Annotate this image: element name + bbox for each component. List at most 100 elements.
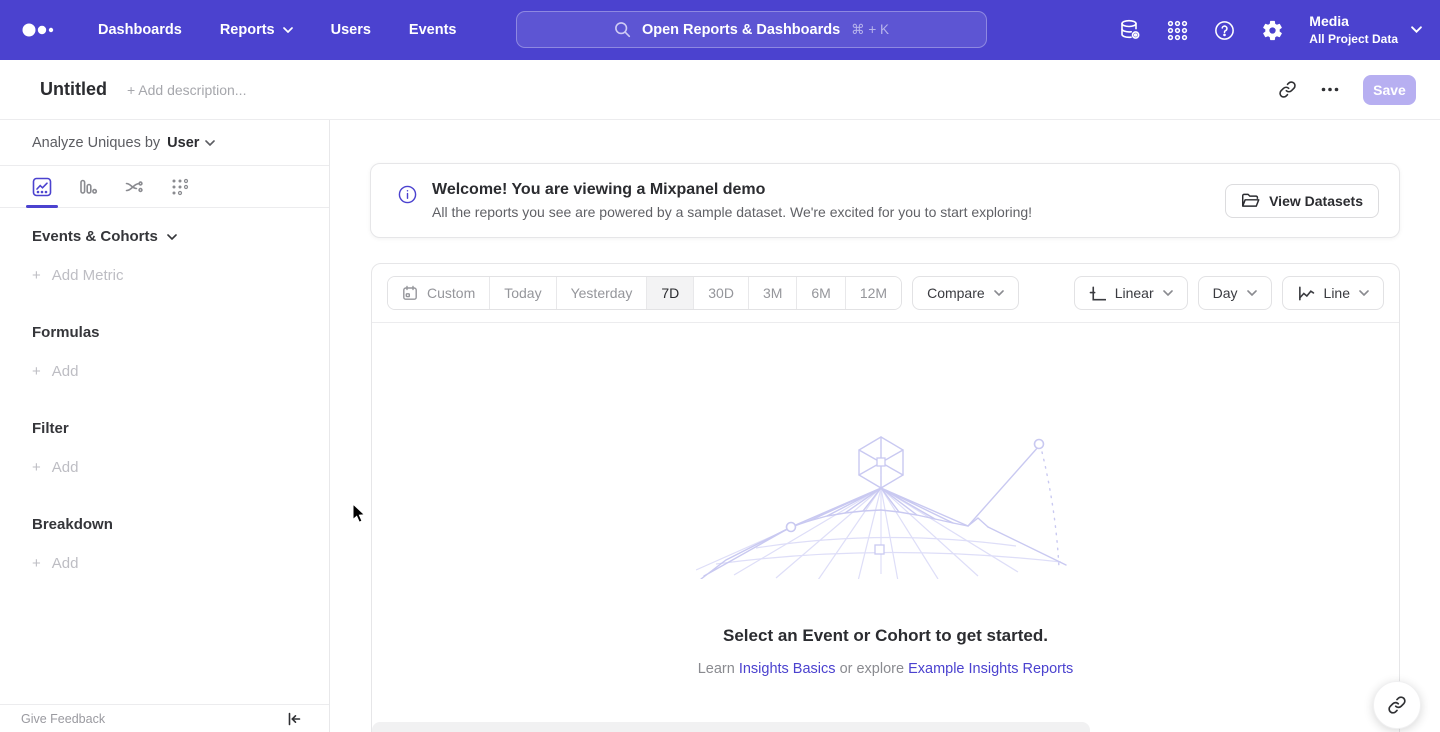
project-switcher[interactable]: Media All Project Data xyxy=(1309,12,1422,47)
range-12m[interactable]: 12M xyxy=(845,277,901,309)
chart-type-selector-button[interactable]: Line xyxy=(1282,276,1384,310)
example-reports-link[interactable]: Example Insights Reports xyxy=(908,661,1073,677)
project-data-view: All Project Data xyxy=(1309,31,1398,47)
range-3m[interactable]: 3M xyxy=(748,277,796,309)
share-link-floating-button[interactable] xyxy=(1373,681,1421,729)
add-formula-button[interactable]: + Add xyxy=(32,363,329,380)
section-title: Formulas xyxy=(32,324,100,341)
chevron-down-icon xyxy=(1247,290,1257,296)
folder-open-icon xyxy=(1241,192,1260,209)
range-label: 3M xyxy=(763,285,782,301)
insights-line-tab[interactable] xyxy=(32,166,52,207)
range-yesterday[interactable]: Yesterday xyxy=(556,277,647,309)
links-connector: or explore xyxy=(840,661,904,677)
range-label: 12M xyxy=(860,285,887,301)
nav-item-label: Events xyxy=(409,22,457,38)
add-filter-button[interactable]: + Add xyxy=(32,459,329,476)
chevron-down-icon xyxy=(1163,290,1173,296)
retention-grid-tab[interactable] xyxy=(170,166,190,207)
global-search-bar[interactable]: Open Reports & Dashboards ⌘ + K xyxy=(516,11,987,48)
info-icon xyxy=(398,185,417,209)
demo-welcome-banner: Welcome! You are viewing a Mixpanel demo… xyxy=(370,163,1400,238)
plus-icon: + xyxy=(32,363,41,380)
range-custom[interactable]: Custom xyxy=(388,277,489,309)
nav-item-label: Users xyxy=(331,22,371,38)
section-filter: Filter xyxy=(32,420,329,437)
interval-label: Day xyxy=(1213,285,1238,301)
scale-selector-button[interactable]: Linear xyxy=(1074,276,1188,310)
range-7d[interactable]: 7D xyxy=(646,277,693,309)
mixpanel-logo-icon[interactable] xyxy=(22,22,58,38)
chart-type-label: Line xyxy=(1324,285,1350,301)
range-label: 6M xyxy=(811,285,830,301)
flow-tab[interactable] xyxy=(124,166,144,207)
save-button[interactable]: Save xyxy=(1363,75,1416,105)
section-formulas: Formulas xyxy=(32,324,329,341)
add-metric-button[interactable]: + Add Metric xyxy=(32,267,329,284)
data-settings-icon[interactable] xyxy=(1118,18,1142,42)
report-title[interactable]: Untitled xyxy=(40,79,107,100)
add-label: Add Metric xyxy=(52,267,124,284)
nav-item-events[interactable]: Events xyxy=(409,22,457,38)
empty-state-title: Select an Event or Cohort to get started… xyxy=(372,626,1399,646)
nav-right-controls: Media All Project Data xyxy=(1118,0,1422,60)
line-chart-icon xyxy=(1297,285,1315,302)
banner-subtitle: All the reports you see are powered by a… xyxy=(432,204,1032,220)
add-breakdown-button[interactable]: + Add xyxy=(32,555,329,572)
view-datasets-label: View Datasets xyxy=(1269,193,1363,209)
nav-links: Dashboards Reports Users Events xyxy=(98,22,456,38)
bar-chart-tab[interactable] xyxy=(78,166,98,207)
empty-state-illustration xyxy=(696,424,1076,579)
view-datasets-button[interactable]: View Datasets xyxy=(1225,184,1379,218)
nav-item-users[interactable]: Users xyxy=(331,22,371,38)
copy-link-icon[interactable] xyxy=(1278,80,1297,99)
range-30d[interactable]: 30D xyxy=(693,277,748,309)
section-title: Breakdown xyxy=(32,516,113,533)
sidebar-footer: Give Feedback xyxy=(0,704,329,732)
horizontal-scrollbar[interactable] xyxy=(372,722,1090,732)
analyze-by-selector[interactable]: User xyxy=(167,135,215,151)
chart-controls: Linear Day Line xyxy=(1074,276,1384,310)
chevron-down-icon xyxy=(1411,26,1422,33)
banner-title: Welcome! You are viewing a Mixpanel demo xyxy=(432,181,1032,199)
top-navigation-bar: Dashboards Reports Users Events Open Rep… xyxy=(0,0,1440,60)
visualization-tabs xyxy=(0,166,329,208)
settings-gear-icon[interactable] xyxy=(1261,19,1284,42)
range-label: Yesterday xyxy=(571,285,633,301)
nav-item-reports[interactable]: Reports xyxy=(220,22,293,38)
analyze-row: Analyze Uniques by User xyxy=(0,120,329,166)
date-range-segmented-control: Custom Today Yesterday 7D 30D 3M 6M 12M xyxy=(387,276,902,310)
main-content: Welcome! You are viewing a Mixpanel demo… xyxy=(330,120,1440,732)
apps-grid-icon[interactable] xyxy=(1167,20,1188,41)
chevron-down-icon xyxy=(283,27,293,33)
plus-icon: + xyxy=(32,459,41,476)
calendar-icon xyxy=(402,285,418,301)
range-label: 30D xyxy=(708,285,734,301)
plus-icon: + xyxy=(32,555,41,572)
more-options-icon[interactable] xyxy=(1321,87,1339,92)
give-feedback-link[interactable]: Give Feedback xyxy=(21,712,105,726)
insights-basics-link[interactable]: Insights Basics xyxy=(739,661,836,677)
range-label: Custom xyxy=(427,285,475,301)
range-today[interactable]: Today xyxy=(489,277,555,309)
section-breakdown: Breakdown xyxy=(32,516,329,533)
collapse-sidebar-icon[interactable] xyxy=(286,711,302,727)
report-header-actions: Save xyxy=(1278,75,1416,105)
section-title: Events & Cohorts xyxy=(32,228,158,245)
compare-button[interactable]: Compare xyxy=(912,276,1019,310)
chevron-down-icon xyxy=(167,234,177,240)
link-icon xyxy=(1387,695,1407,715)
report-description-placeholder[interactable]: + Add description... xyxy=(127,82,246,98)
chevron-down-icon xyxy=(994,290,1004,296)
empty-state: Select an Event or Cohort to get started… xyxy=(372,424,1399,677)
range-label: Today xyxy=(504,285,541,301)
project-name: Media xyxy=(1309,12,1398,31)
section-events-cohorts[interactable]: Events & Cohorts xyxy=(32,228,329,245)
linear-axis-icon xyxy=(1089,285,1106,302)
help-icon[interactable] xyxy=(1213,19,1236,42)
nav-item-dashboards[interactable]: Dashboards xyxy=(98,22,182,38)
interval-selector-button[interactable]: Day xyxy=(1198,276,1272,310)
report-card: Custom Today Yesterday 7D 30D 3M 6M 12M … xyxy=(371,263,1400,732)
nav-item-label: Reports xyxy=(220,22,275,38)
range-6m[interactable]: 6M xyxy=(796,277,844,309)
